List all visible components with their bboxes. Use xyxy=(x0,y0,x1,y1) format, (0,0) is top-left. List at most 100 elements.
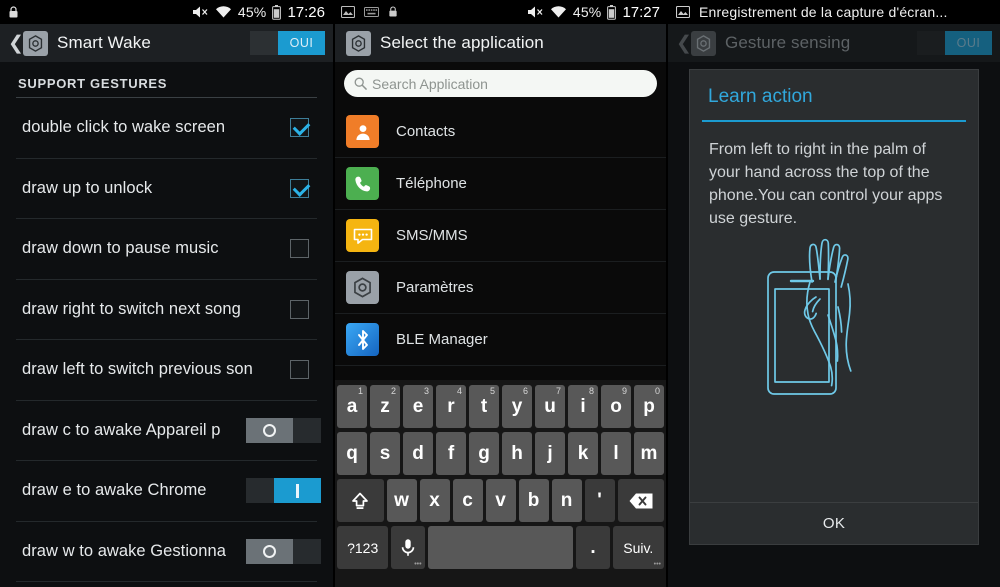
key-x[interactable]: x xyxy=(419,479,450,522)
checkbox-draw-up-to-unlock[interactable] xyxy=(290,178,309,198)
list-item-control[interactable] xyxy=(290,299,333,319)
list-item[interactable]: draw w to awake Gestionna xyxy=(0,522,333,582)
key-m[interactable]: m xyxy=(634,432,664,475)
bluetooth-icon xyxy=(346,323,379,356)
back-caret-icon[interactable]: ❮ xyxy=(8,32,24,55)
key-c[interactable]: c xyxy=(452,479,483,522)
toggle-thumb xyxy=(246,417,293,443)
checkbox-draw-left-previous-song[interactable] xyxy=(290,360,309,380)
key-a[interactable]: 1a xyxy=(337,385,367,428)
key-superscript: 4 xyxy=(456,386,462,396)
key-v[interactable]: v xyxy=(485,479,516,522)
list-item-control[interactable] xyxy=(290,118,333,138)
list-item[interactable]: Paramètres xyxy=(333,262,668,314)
list-item[interactable]: Contacts xyxy=(333,106,668,158)
list-item-control[interactable] xyxy=(290,239,333,259)
list-item[interactable]: draw down to pause music xyxy=(0,219,333,279)
list-item[interactable]: double click to wake screen xyxy=(0,98,333,158)
ok-button[interactable]: OK xyxy=(823,515,845,532)
key-z[interactable]: 2z xyxy=(370,385,400,428)
key-u[interactable]: 7u xyxy=(535,385,565,428)
list-item-label: draw up to unlock xyxy=(22,178,153,197)
key-s[interactable]: s xyxy=(370,432,400,475)
list-item[interactable]: SMS/MMS xyxy=(333,210,668,262)
application-list: Contacts Téléphone SMS/MMS Paramètres BL… xyxy=(333,106,668,366)
search-bar-container: Search Application xyxy=(333,62,668,106)
status-bar-left-icons xyxy=(341,6,398,18)
checkbox-draw-right-next-song[interactable] xyxy=(290,299,309,319)
key-e[interactable]: 3e xyxy=(403,385,433,428)
on-screen-keyboard[interactable]: 1a 2z 3e 4r 5t 6y 7u 8i 9o 0p q s d f g … xyxy=(333,380,668,587)
checkbox-double-click-to-wake[interactable] xyxy=(290,118,309,138)
list-item[interactable]: draw left to switch previous son xyxy=(0,340,333,400)
key-d[interactable]: d xyxy=(403,432,433,475)
microphone-icon[interactable]: ••• xyxy=(391,526,425,569)
keyboard-icon xyxy=(364,7,379,17)
clock-label: 17:27 xyxy=(622,3,660,21)
list-item[interactable]: Téléphone xyxy=(333,158,668,210)
row-separator xyxy=(16,581,317,582)
key-o[interactable]: 9o xyxy=(601,385,631,428)
space-key[interactable] xyxy=(427,526,574,569)
key-f[interactable]: f xyxy=(436,432,466,475)
key-w[interactable]: w xyxy=(386,479,417,522)
notification-text: Enregistrement de la capture d'écran... xyxy=(699,4,948,20)
key-superscript: 6 xyxy=(522,386,528,396)
list-item[interactable]: draw c to awake Appareil p xyxy=(0,401,333,461)
next-key[interactable]: Suiv. ••• xyxy=(612,526,664,569)
list-item[interactable]: draw up to unlock xyxy=(0,159,333,219)
clock-label: 17:26 xyxy=(287,3,325,21)
list-item-control[interactable] xyxy=(246,417,333,443)
volume-mute-icon xyxy=(527,5,544,19)
smart-wake-master-toggle[interactable]: OUI xyxy=(250,31,325,55)
list-item[interactable]: BLE Manager xyxy=(333,314,668,366)
list-item-control[interactable] xyxy=(246,478,333,504)
key-q[interactable]: q xyxy=(337,432,367,475)
toggle-draw-e-awake-chrome[interactable] xyxy=(246,478,321,504)
keyboard-row-2: q s d f g h j k l m xyxy=(335,430,666,477)
list-item[interactable]: draw e to awake Chrome xyxy=(0,461,333,521)
key-y[interactable]: 6y xyxy=(502,385,532,428)
panel-select-application: 45% 17:27 Select the application Search … xyxy=(333,0,668,587)
key-label: z xyxy=(380,395,390,417)
key-period[interactable]: . xyxy=(576,526,610,569)
list-item-control[interactable] xyxy=(246,538,333,564)
key-h[interactable]: h xyxy=(502,432,532,475)
next-key-label: Suiv. xyxy=(623,539,654,556)
phone-icon xyxy=(346,167,379,200)
list-item-label: draw left to switch previous son xyxy=(22,360,253,379)
panel-gesture-sensing: Enregistrement de la capture d'écran... … xyxy=(668,0,1000,587)
battery-icon xyxy=(607,4,617,20)
symbols-key[interactable]: ?123 xyxy=(337,526,389,569)
key-r[interactable]: 4r xyxy=(436,385,466,428)
key-i[interactable]: 8i xyxy=(568,385,598,428)
key-b[interactable]: b xyxy=(518,479,549,522)
key-t[interactable]: 5t xyxy=(469,385,499,428)
status-bar-panel2: 45% 17:27 xyxy=(333,0,668,24)
key-l[interactable]: l xyxy=(601,432,631,475)
search-input[interactable]: Search Application xyxy=(344,70,657,97)
key-j[interactable]: j xyxy=(535,432,565,475)
back-caret-icon[interactable]: ❮ xyxy=(676,32,692,55)
list-item-control[interactable] xyxy=(290,178,333,198)
gesture-sensing-master-toggle[interactable]: OUI xyxy=(917,31,992,55)
list-item[interactable]: draw right to switch next song xyxy=(0,280,333,340)
checkbox-draw-down-to-pause-music[interactable] xyxy=(290,239,309,259)
panel-divider xyxy=(666,0,668,587)
key-p[interactable]: 0p xyxy=(634,385,664,428)
contacts-icon xyxy=(346,115,379,148)
status-bar-right-icons: 45% 17:27 xyxy=(527,4,660,21)
list-item-control[interactable] xyxy=(290,360,333,380)
key-k[interactable]: k xyxy=(568,432,598,475)
backspace-icon[interactable] xyxy=(617,479,664,522)
key-n[interactable]: n xyxy=(551,479,582,522)
key-apostrophe[interactable]: ' xyxy=(584,479,615,522)
key-g[interactable]: g xyxy=(469,432,499,475)
shift-icon[interactable] xyxy=(337,479,384,522)
list-item-label: draw e to awake Chrome xyxy=(22,481,207,500)
key-label: r xyxy=(447,395,455,417)
toggle-draw-w-awake-app[interactable] xyxy=(246,538,321,564)
panel-smart-wake: 45% 17:26 ❮ Smart Wake OUI SUPPORT GESTU… xyxy=(0,0,333,587)
toggle-draw-c-awake-app[interactable] xyxy=(246,417,321,443)
app-name-label: Téléphone xyxy=(396,175,467,192)
